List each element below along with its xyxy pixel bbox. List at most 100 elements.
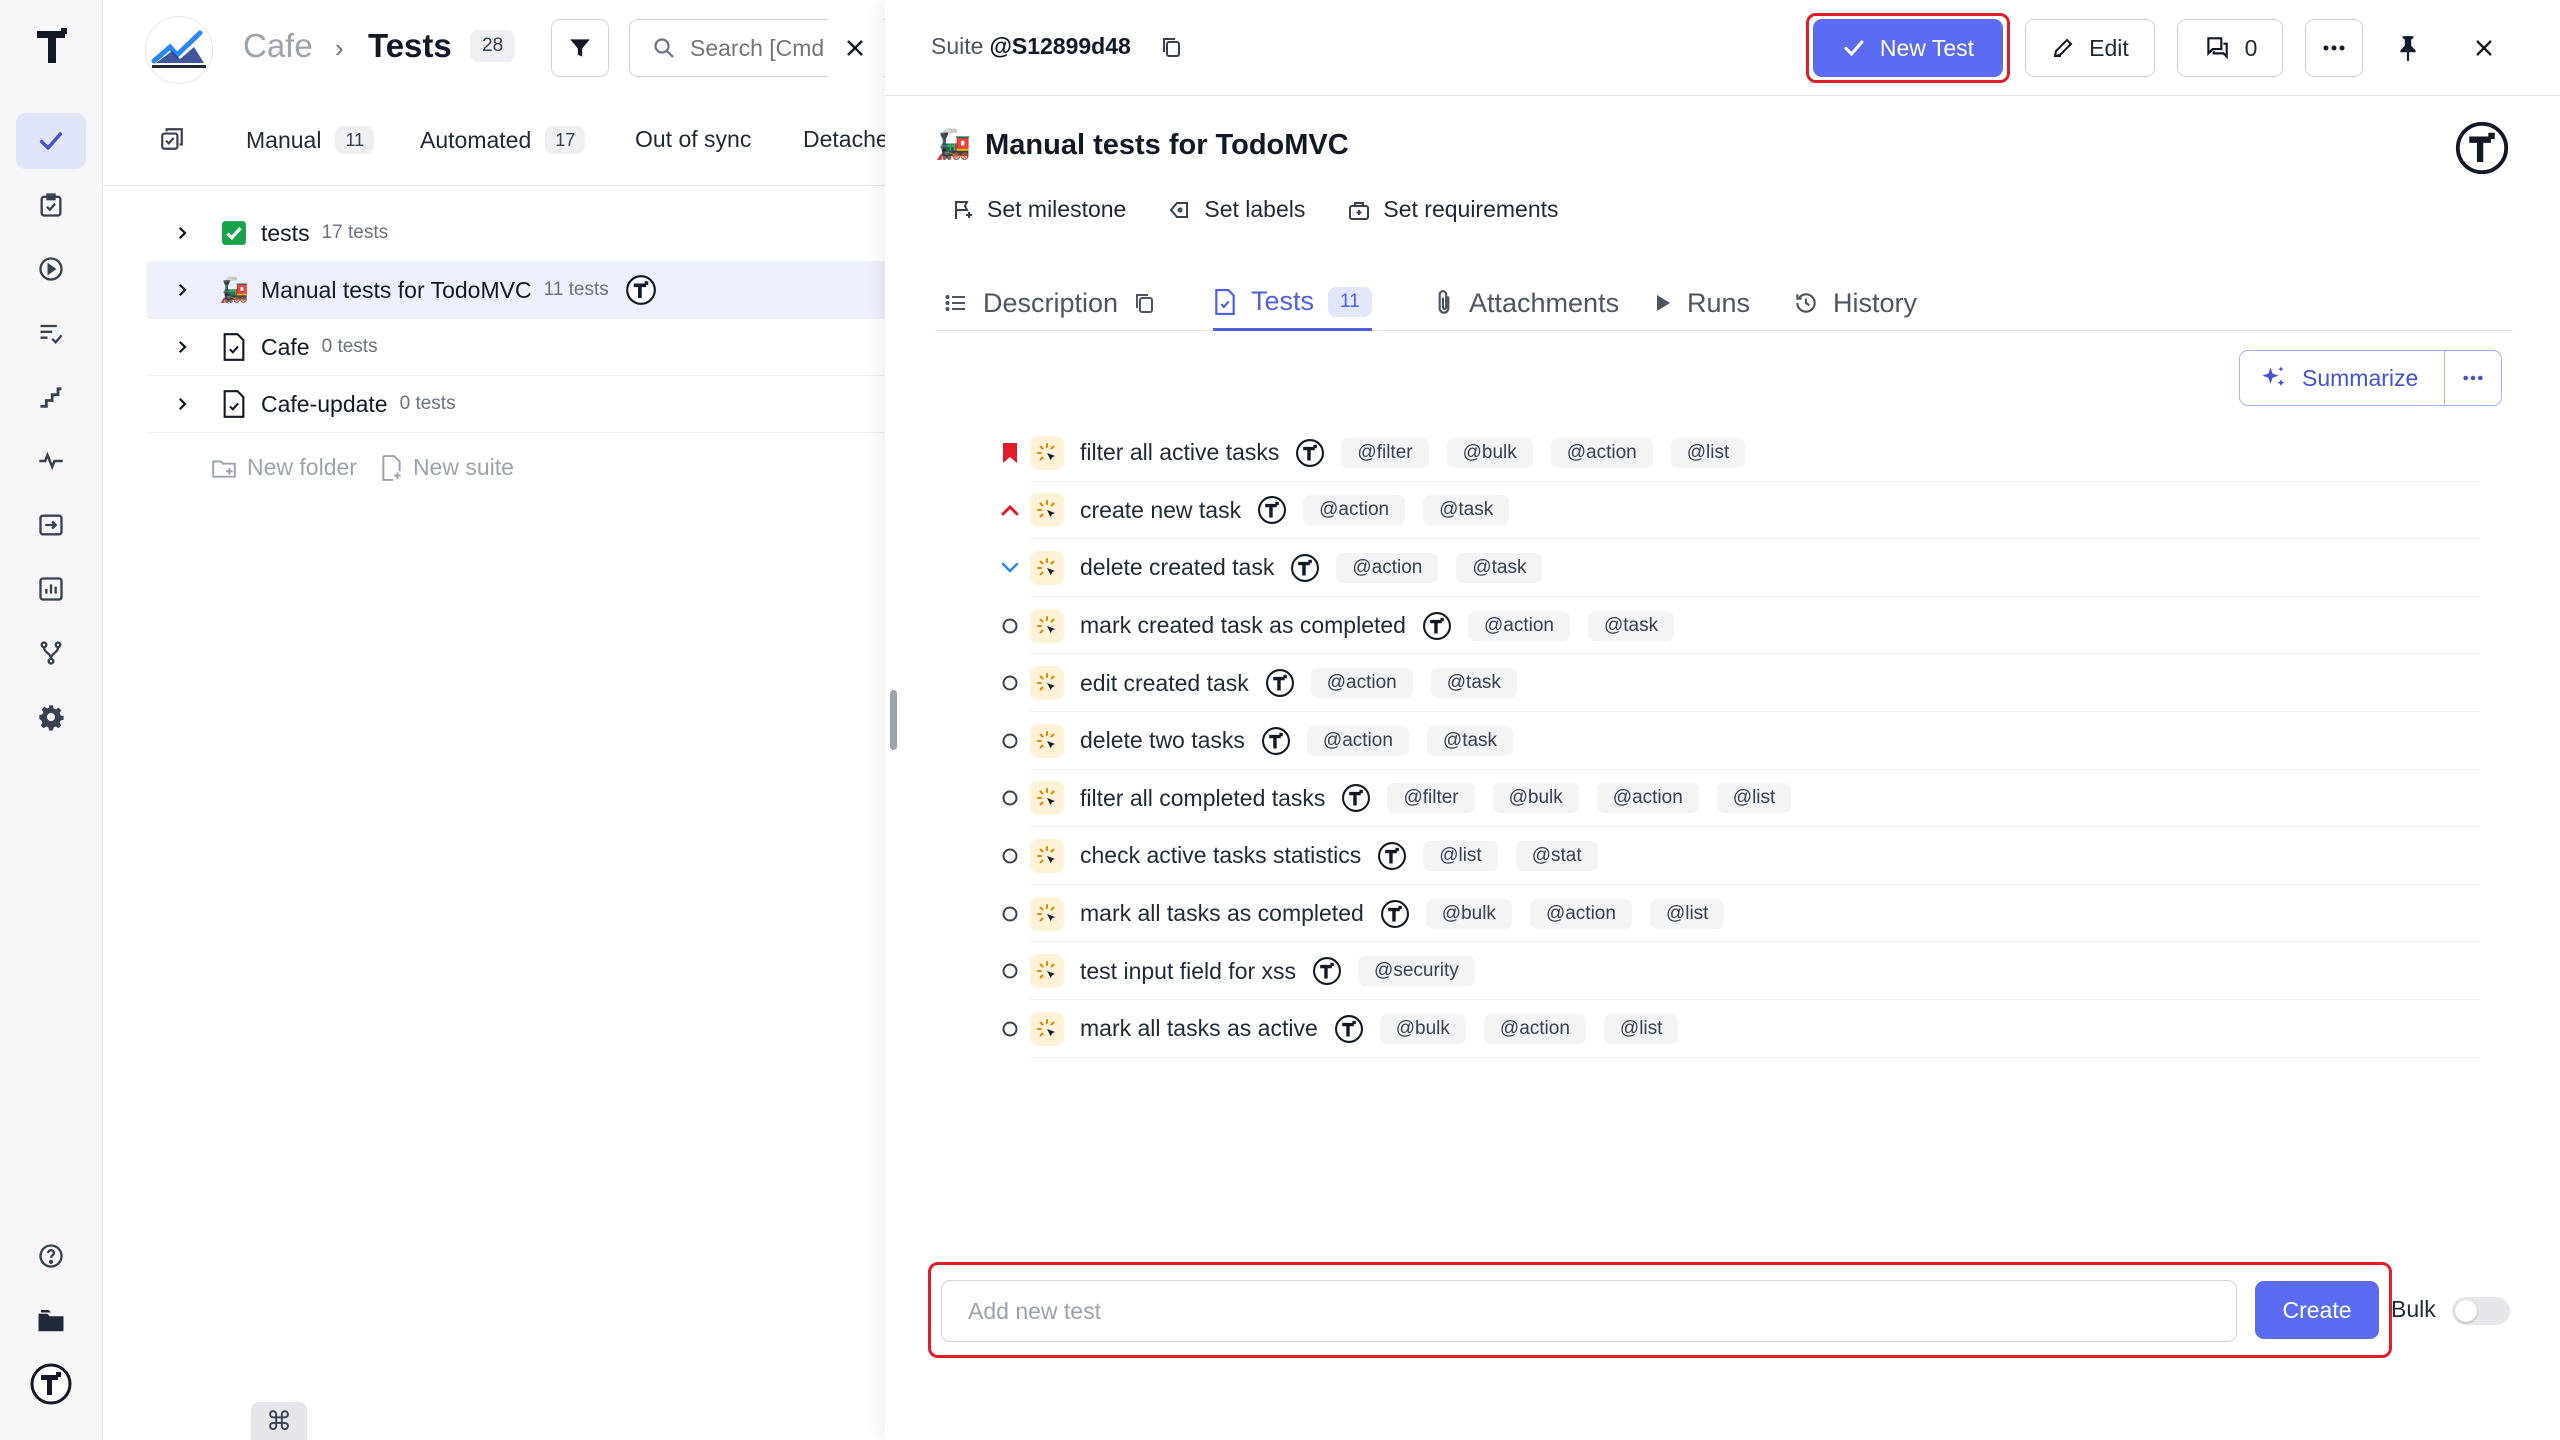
chevron-right-icon[interactable] bbox=[147, 338, 217, 356]
nav-projects[interactable] bbox=[16, 1292, 86, 1348]
test-row[interactable]: filter all completed tasks @filter @bulk @a… bbox=[990, 770, 2480, 828]
tree-item-tests[interactable]: tests 17 tests bbox=[147, 205, 885, 262]
test-tag[interactable]: @bulk bbox=[1379, 1013, 1466, 1044]
filter-tab-manual[interactable]: Manual 11 bbox=[246, 126, 375, 154]
test-tag[interactable]: @task bbox=[1430, 668, 1517, 699]
test-row[interactable]: mark all tasks as active @bulk @action @lis… bbox=[990, 1000, 2480, 1058]
test-tag[interactable]: @task bbox=[1456, 552, 1543, 583]
chevron-right-icon[interactable] bbox=[147, 395, 217, 413]
test-tag[interactable]: @action bbox=[1467, 610, 1570, 641]
filter-button[interactable] bbox=[551, 19, 609, 77]
test-name[interactable]: mark all tasks as active bbox=[1080, 1015, 1318, 1042]
test-name[interactable]: mark created task as completed bbox=[1080, 612, 1406, 639]
test-tag[interactable]: @action bbox=[1310, 668, 1413, 699]
nav-runs[interactable] bbox=[16, 177, 86, 233]
test-tag[interactable]: @list bbox=[1670, 437, 1746, 468]
tab-runs[interactable]: Runs bbox=[1653, 275, 1750, 331]
test-name[interactable]: create new task bbox=[1080, 497, 1241, 524]
test-tag[interactable]: @action bbox=[1306, 725, 1409, 756]
test-tag[interactable]: @list bbox=[1716, 783, 1792, 814]
copy-icon[interactable] bbox=[1132, 291, 1156, 315]
filter-tab-out-of-sync[interactable]: Out of sync bbox=[635, 126, 751, 153]
test-tag[interactable]: @action bbox=[1596, 783, 1699, 814]
set-labels-button[interactable]: Set labels bbox=[1168, 196, 1305, 223]
test-name[interactable]: filter all completed tasks bbox=[1080, 785, 1325, 812]
nav-analytics[interactable] bbox=[16, 561, 86, 617]
test-tag[interactable]: @action bbox=[1483, 1013, 1586, 1044]
nav-tests[interactable] bbox=[16, 113, 86, 169]
test-tag[interactable]: @task bbox=[1587, 610, 1675, 641]
test-tag[interactable]: @filter bbox=[1341, 437, 1429, 468]
test-tag[interactable]: @list bbox=[1603, 1013, 1679, 1044]
tree-item-manual-tests-todomvc[interactable]: 🚂 Manual tests for TodoMVC 11 tests bbox=[147, 262, 885, 319]
test-name[interactable]: edit created task bbox=[1080, 670, 1249, 697]
test-row[interactable]: test input field for xss @security bbox=[990, 942, 2480, 1000]
comments-button[interactable]: 0 bbox=[2177, 19, 2283, 77]
set-requirements-button[interactable]: Set requirements bbox=[1347, 196, 1559, 223]
test-name[interactable]: delete created task bbox=[1080, 554, 1274, 581]
test-name[interactable]: filter all active tasks bbox=[1080, 439, 1279, 466]
new-folder-button[interactable]: New folder bbox=[211, 454, 357, 481]
tree-item-cafe-update[interactable]: Cafe-update 0 tests bbox=[147, 376, 885, 433]
nav-help[interactable] bbox=[16, 1228, 86, 1284]
filter-tab-automated[interactable]: Automated 17 bbox=[420, 126, 586, 154]
new-suite-button[interactable]: New suite bbox=[381, 454, 514, 481]
test-tag[interactable]: @task bbox=[1423, 495, 1510, 526]
close-panel-button[interactable] bbox=[2455, 19, 2513, 77]
nav-pulse[interactable] bbox=[16, 433, 86, 489]
tree-item-cafe[interactable]: Cafe 0 tests bbox=[147, 319, 885, 376]
bulk-toggle[interactable] bbox=[2452, 1297, 2510, 1325]
more-actions-button[interactable] bbox=[2305, 19, 2363, 77]
test-tag[interactable]: @filter bbox=[1387, 783, 1475, 814]
tab-attachments[interactable]: Attachments bbox=[1433, 275, 1619, 331]
test-name[interactable]: check active tasks statistics bbox=[1080, 842, 1361, 869]
test-row[interactable]: check active tasks statistics @list @stat bbox=[990, 827, 2480, 885]
new-test-button[interactable]: New Test bbox=[1813, 19, 2003, 77]
select-all-icon[interactable] bbox=[159, 126, 185, 152]
edit-button[interactable]: Edit bbox=[2025, 19, 2155, 77]
nav-account[interactable] bbox=[16, 1356, 86, 1412]
chevron-right-icon[interactable] bbox=[147, 224, 217, 242]
search-clear-button[interactable] bbox=[827, 19, 883, 77]
set-milestone-button[interactable]: Set milestone bbox=[951, 196, 1126, 223]
test-tag[interactable]: @task bbox=[1426, 725, 1514, 756]
test-tag[interactable]: @action bbox=[1550, 437, 1653, 468]
test-tag[interactable]: @list bbox=[1649, 898, 1725, 929]
nav-steps[interactable] bbox=[16, 369, 86, 425]
search-input[interactable] bbox=[690, 34, 840, 62]
tab-history[interactable]: History bbox=[1793, 275, 1917, 331]
test-tag[interactable]: @stat bbox=[1515, 840, 1598, 871]
nav-run[interactable] bbox=[16, 241, 86, 297]
test-row[interactable]: delete created task @action @task bbox=[990, 539, 2480, 597]
test-tag[interactable]: @action bbox=[1336, 552, 1439, 583]
test-row[interactable]: filter all active tasks @filter @bulk @acti… bbox=[990, 424, 2480, 482]
nav-plans[interactable] bbox=[16, 305, 86, 361]
test-row[interactable]: delete two tasks @action @task bbox=[990, 712, 2480, 770]
app-logo[interactable] bbox=[30, 24, 74, 68]
test-row[interactable]: create new task @action @task bbox=[990, 482, 2480, 540]
pin-button[interactable] bbox=[2379, 19, 2437, 77]
nav-imports[interactable] bbox=[16, 497, 86, 553]
create-button[interactable]: Create bbox=[2255, 1281, 2379, 1339]
tab-tests[interactable]: Tests 11 bbox=[1213, 275, 1372, 331]
test-tag[interactable]: @bulk bbox=[1425, 898, 1512, 929]
test-tag[interactable]: @security bbox=[1358, 956, 1475, 987]
breadcrumb-project[interactable]: Cafe bbox=[243, 27, 313, 65]
test-row[interactable]: mark created task as completed @action @ta… bbox=[990, 597, 2480, 655]
tab-description[interactable]: Description bbox=[943, 275, 1156, 331]
test-tag[interactable]: @action bbox=[1303, 495, 1406, 526]
test-tag[interactable]: @action bbox=[1529, 898, 1632, 929]
nav-settings[interactable] bbox=[16, 689, 86, 745]
add-test-input[interactable] bbox=[941, 1280, 2237, 1342]
command-palette-button[interactable]: ⌘ bbox=[251, 1402, 307, 1440]
chevron-right-icon[interactable] bbox=[147, 281, 217, 299]
summarize-button[interactable]: Summarize bbox=[2240, 351, 2446, 405]
copy-icon[interactable] bbox=[1159, 35, 1183, 59]
test-row[interactable]: edit created task @action @task bbox=[990, 654, 2480, 712]
project-avatar[interactable] bbox=[145, 16, 213, 84]
test-tag[interactable]: @list bbox=[1423, 840, 1498, 871]
panel-resize-handle[interactable] bbox=[890, 690, 897, 750]
test-name[interactable]: test input field for xss bbox=[1080, 958, 1296, 985]
test-name[interactable]: mark all tasks as completed bbox=[1080, 900, 1364, 927]
summarize-more-button[interactable] bbox=[2445, 351, 2501, 405]
